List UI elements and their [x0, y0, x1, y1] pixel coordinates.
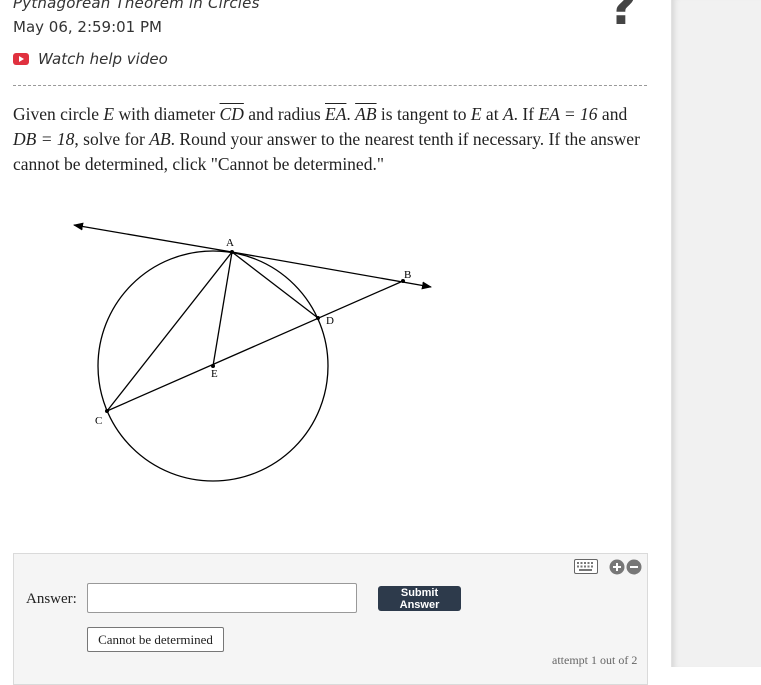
math-circle-e: E	[470, 104, 482, 124]
radius-ea	[212, 251, 233, 367]
submit-answer-button[interactable]: Submit Answer	[378, 586, 461, 611]
diameter-cd	[106, 280, 404, 412]
math-segment-cd: CD	[219, 104, 244, 124]
answer-panel: Answer: Submit Answer Cannot be determin…	[13, 553, 648, 685]
geometry-figure: A B C D E	[73, 222, 432, 482]
question-segment: and radius	[243, 104, 326, 124]
label-b: B	[404, 269, 411, 281]
watch-help-video-label: Watch help video	[38, 50, 168, 68]
tangent-line-left	[73, 222, 233, 253]
math-segment-ab: AB	[355, 104, 377, 124]
point-d	[316, 316, 320, 320]
math-point-a: A	[502, 104, 514, 124]
main-content: Pythagorean Theorem in Circles May 06, 2…	[0, 0, 671, 685]
timestamp: May 06, 2:59:01 PM	[13, 18, 162, 36]
question-segment: and	[597, 104, 628, 124]
answer-label: Answer:	[26, 591, 77, 607]
question-segment: is tangent to	[376, 104, 471, 124]
point-c	[105, 409, 109, 413]
math-segment-ab: AB	[149, 129, 171, 149]
cannot-be-determined-button[interactable]: Cannot be determined	[87, 627, 224, 652]
label-d: D	[326, 315, 334, 327]
answer-input[interactable]	[87, 583, 357, 613]
math-circle-e: E	[103, 104, 115, 124]
question-segment: at	[481, 104, 503, 124]
question-text: Given circle E with diameter CD and radi…	[13, 102, 653, 177]
right-sidebar	[671, 0, 761, 667]
math-equation-ea: EA = 16	[538, 104, 598, 124]
attempt-counter: attempt 1 out of 2	[552, 653, 638, 667]
label-c: C	[95, 415, 102, 427]
label-a: A	[226, 237, 234, 249]
help-question-icon[interactable]: ?	[608, 0, 637, 32]
label-e: E	[211, 368, 218, 380]
question-segment: .	[346, 104, 356, 124]
zoom-in-icon[interactable]	[609, 559, 625, 575]
chord-ac	[106, 251, 233, 412]
question-segment: , solve for	[74, 129, 150, 149]
math-segment-ea: EA	[325, 104, 347, 124]
keyboard-icon[interactable]	[574, 559, 598, 574]
topic-title: Pythagorean Theorem in Circles	[13, 0, 260, 12]
zoom-out-icon[interactable]	[626, 559, 642, 575]
video-play-icon	[13, 53, 29, 65]
point-a	[230, 250, 234, 254]
divider	[13, 85, 647, 86]
question-segment: Given circle	[13, 104, 104, 124]
question-segment: . If	[513, 104, 539, 124]
question-segment: with diameter	[114, 104, 220, 124]
chord-ad	[231, 251, 319, 319]
math-equation-db: DB = 18	[13, 129, 75, 149]
watch-help-video-link[interactable]: Watch help video	[13, 50, 168, 68]
